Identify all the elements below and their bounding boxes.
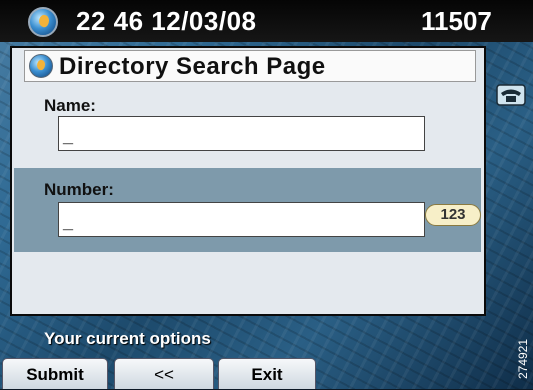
figure-code: 274921 <box>514 330 532 388</box>
name-input[interactable]: _ <box>58 116 425 151</box>
submit-softkey[interactable]: Submit <box>2 358 108 389</box>
phone-icon <box>496 84 526 106</box>
name-label: Name: <box>44 96 96 115</box>
number-input-cursor: _ <box>63 212 74 232</box>
globe-icon <box>29 54 53 78</box>
exit-softkey[interactable]: Exit <box>218 358 316 389</box>
name-input-cursor: _ <box>63 126 74 146</box>
number-label: Number: <box>44 180 114 199</box>
window-title-bar: Directory Search Page <box>24 50 476 82</box>
number-input[interactable]: _ <box>58 202 425 237</box>
back-softkey[interactable]: << <box>114 358 214 389</box>
date-time: 22 46 12/03/08 <box>76 6 257 36</box>
options-label: Your current options <box>44 329 211 348</box>
line-extension: 11507 <box>421 6 492 36</box>
page-title: Directory Search Page <box>59 53 326 80</box>
globe-icon <box>28 7 58 37</box>
figure-code-text: 274921 <box>516 338 530 380</box>
input-mode-badge[interactable]: 123 <box>425 204 481 226</box>
status-bar: 22 46 12/03/08 11507 <box>0 0 533 42</box>
